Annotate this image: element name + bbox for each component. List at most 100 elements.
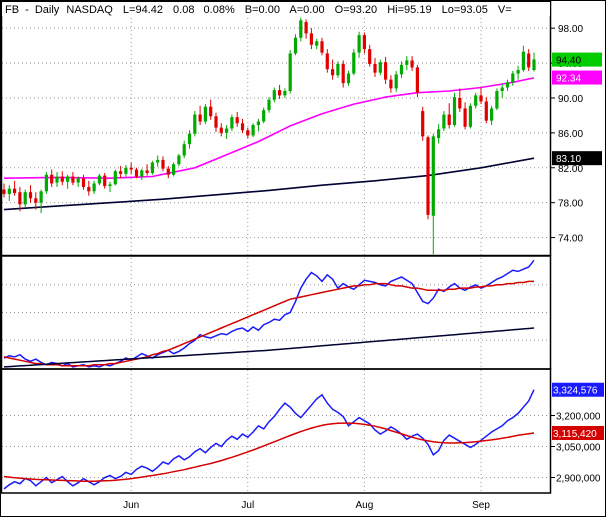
header-symbol: FB [5,4,19,16]
header-change-pct: 0.08% [204,4,235,16]
x-tick-label: Sep [472,500,490,511]
candle-body [108,184,112,187]
candle-body [447,114,451,126]
candle-body [97,175,101,184]
candle-body [193,114,197,134]
candle-body [315,41,319,46]
candle-body [320,41,324,53]
candle-body [55,176,59,183]
candle-body [240,123,245,131]
candle-body [92,183,96,192]
candle-body [124,167,128,174]
candle-body [246,130,250,136]
candle-body [23,192,27,205]
chart-canvas: Jun Jul Aug Sep 74.00 78.00 82.00 86.00 90.00 94.… [0,0,606,517]
chart-header: FB - Daily NASDAQ L=94.42 0.08 0.08% B=0… [2,2,550,16]
indicator-2-tick-label: 3,200,000 [556,411,601,422]
price-tick-label: 78.00 [558,199,583,210]
candle-body [341,63,345,84]
candle-body [13,188,17,194]
candle-body [113,171,117,185]
candle-body [500,87,504,91]
header-last: L=94.42 [123,4,163,16]
candle-body [325,53,329,70]
candle-body [511,73,515,83]
candle-body [203,106,207,122]
candle-body [187,133,192,145]
candle-body [299,20,303,38]
candle-body [272,90,276,100]
candle-body [129,167,133,170]
candle-body [103,175,107,187]
candle-body [87,186,91,192]
candle-body [527,53,531,68]
candle-body [235,117,239,124]
value-tag-label: 3,324,576 [553,386,598,397]
candle-body [230,117,234,129]
candle-body [331,69,335,76]
candle-body [399,64,404,75]
indicator-2-tick-label: 2,900,000 [556,474,601,485]
candle-body [256,121,260,126]
candle-body [521,51,525,71]
header-high: Hi=95.19 [387,4,431,16]
candle-body [198,114,202,122]
candle-body [66,176,70,182]
candle-body [373,63,377,73]
candle-body [18,192,22,205]
candle-body [288,53,292,91]
candle-body [166,168,170,175]
header-exchange: NASDAQ [66,4,113,16]
candle-body [474,95,478,106]
candle-body [495,90,499,109]
candle-body [251,125,255,136]
value-tag-label: 3,115,420 [553,429,597,440]
header-change: 0.08 [173,4,194,16]
header-low: Lo=93.05 [442,4,488,16]
price-tick-label: 90.00 [558,94,583,105]
candle-body [384,62,388,80]
candle-body [278,90,282,96]
candle-body [468,105,472,127]
header-bid: B=0.00 [245,4,280,16]
candle-body [394,74,398,89]
price-tag-label: 83.10 [556,154,581,165]
x-tick-label: Aug [356,500,374,511]
candle-body [267,99,271,111]
candle-body [362,35,366,50]
price-tick-label: 74.00 [558,234,583,245]
candle-body [39,191,43,203]
candle-body [150,162,154,173]
stock-chart: Jun Jul Aug Sep 74.00 78.00 82.00 86.00 90.00 94.… [0,0,606,517]
candle-body [405,60,409,65]
candle-body [309,33,313,45]
x-tick-label: Jun [123,500,139,511]
candle-body [426,137,430,215]
candle-body [219,127,223,133]
candle-body [34,198,38,203]
candle-body [172,164,176,175]
candle-body [214,116,218,128]
header-volume: V= [498,4,512,16]
candle-body [452,97,457,126]
candle-body [81,178,86,187]
candle-body [352,52,356,74]
candle-body [182,144,186,156]
price-tag-label: 92.34 [556,74,581,85]
header-interval: Daily [35,4,60,16]
header-ask: A=0.00 [289,4,324,16]
header-open: O=93.20 [335,4,378,16]
candle-body [484,101,488,121]
price-tick-label: 82.00 [558,164,583,175]
candle-body [177,155,181,165]
candle-body [357,35,361,53]
candle-body [134,169,139,177]
candle-body [283,90,287,96]
candle-body [71,176,75,183]
candle-body [336,63,340,76]
candle-body [7,188,11,194]
candle-body [44,174,48,192]
candle-body [532,59,536,71]
price-tick-label: 98.00 [558,24,583,35]
candle-body [119,171,123,174]
